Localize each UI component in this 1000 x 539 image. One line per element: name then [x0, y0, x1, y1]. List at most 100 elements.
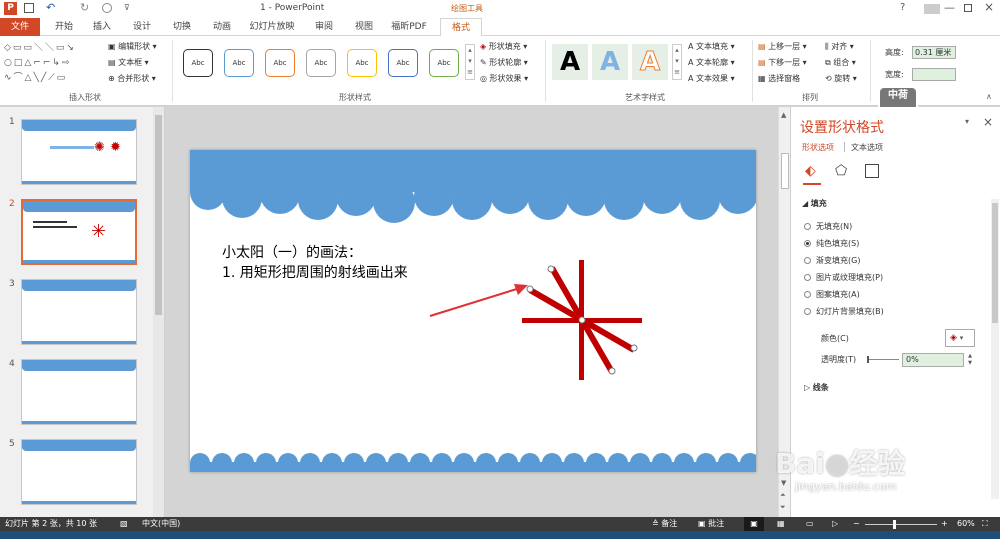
- normal-view-icon[interactable]: ▣: [744, 517, 764, 531]
- tab-text-options[interactable]: 文本选项: [851, 142, 883, 153]
- slide-text-line-1[interactable]: 小太阳（一）的画法：: [222, 242, 362, 262]
- transparency-input[interactable]: 0%: [902, 353, 964, 367]
- text-effects-button[interactable]: A 文本效果 ▾: [688, 72, 735, 86]
- slide-thumbnail-2[interactable]: ✳: [21, 199, 137, 265]
- merge-shapes-button[interactable]: ⊕ 合并形状 ▾: [108, 72, 156, 86]
- group-button[interactable]: ⧉ 组合 ▾: [825, 56, 856, 70]
- start-show-icon[interactable]: [102, 3, 112, 13]
- wordart-swatch-black[interactable]: A: [552, 44, 588, 80]
- background-fill-option[interactable]: 幻灯片背景填充(B): [804, 305, 884, 319]
- zoom-level[interactable]: 60%: [957, 517, 975, 531]
- thumbnails-scroll-thumb[interactable]: [155, 115, 162, 315]
- close-icon[interactable]: ×: [984, 0, 994, 14]
- slide-thumbnail-5[interactable]: [21, 439, 137, 505]
- slideshow-view-icon[interactable]: ▷: [832, 517, 838, 531]
- pane-options-icon[interactable]: ▾: [965, 117, 969, 126]
- spellcheck-icon[interactable]: ▧: [120, 517, 128, 531]
- effects-pentagon-icon[interactable]: ⬠: [835, 163, 847, 179]
- help-icon[interactable]: ?: [900, 2, 905, 13]
- fill-line-icon[interactable]: ⬖: [805, 163, 816, 179]
- radio-button[interactable]: [804, 274, 811, 281]
- fit-slide-icon[interactable]: ⛶: [982, 517, 988, 531]
- rotate-button[interactable]: ⟲ 旋转 ▾: [825, 72, 857, 86]
- tab-review[interactable]: 审阅: [306, 18, 342, 36]
- height-input[interactable]: 0.31 厘米: [912, 46, 956, 59]
- slide-thumbnail-1[interactable]: ✺ ✹: [21, 119, 137, 185]
- prev-slide-icon[interactable]: ⏶: [780, 491, 786, 500]
- tab-home[interactable]: 开始: [46, 18, 82, 36]
- radio-button[interactable]: [804, 223, 811, 230]
- text-outline-button[interactable]: A 文本轮廓 ▾: [688, 56, 735, 70]
- size-properties-icon[interactable]: [865, 164, 879, 178]
- pane-close-icon[interactable]: ×: [983, 115, 993, 129]
- next-slide-icon[interactable]: ⏷: [780, 503, 786, 512]
- style-swatch-4[interactable]: Abc: [306, 49, 336, 77]
- style-swatch-6[interactable]: Abc: [388, 49, 418, 77]
- tab-transitions[interactable]: 切换: [164, 18, 200, 36]
- minimize-icon[interactable]: —: [944, 1, 955, 14]
- tab-file[interactable]: 文件: [0, 18, 40, 36]
- style-swatch-1[interactable]: Abc: [183, 49, 213, 77]
- styles-more-button[interactable]: ▴ ▾ ≡: [465, 44, 475, 80]
- pane-scrollbar[interactable]: [991, 199, 999, 499]
- tab-design[interactable]: 设计: [124, 18, 160, 36]
- text-fill-button[interactable]: A 文本填充 ▾: [688, 40, 735, 54]
- shape-outline-button[interactable]: ✎ 形状轮廓 ▾: [480, 56, 528, 70]
- account-area[interactable]: [924, 4, 940, 14]
- textbox-button[interactable]: ▤ 文本框 ▾: [108, 56, 149, 70]
- customize-qat-icon[interactable]: ⊽: [124, 3, 130, 12]
- tab-shape-options[interactable]: 形状选项: [802, 142, 834, 153]
- language-indicator[interactable]: 中文(中国): [142, 517, 180, 531]
- radio-button[interactable]: [804, 308, 811, 315]
- scroll-up-icon[interactable]: ▲: [781, 111, 786, 119]
- shape-fill-button[interactable]: ◈ 形状填充 ▾: [480, 40, 527, 54]
- zoom-slider[interactable]: [865, 520, 937, 529]
- pane-scroll-thumb[interactable]: [992, 203, 998, 323]
- tab-format[interactable]: 格式: [440, 18, 482, 36]
- slide-thumbnail-3[interactable]: [21, 279, 137, 345]
- collapse-ribbon-icon[interactable]: ∧: [986, 92, 992, 101]
- radio-button[interactable]: [804, 257, 811, 264]
- tab-foxit-pdf[interactable]: 福昕PDF: [384, 18, 434, 36]
- slide[interactable]: 小太阳（一）的画法： 1. 用矩形把周围的射线画出来: [190, 150, 756, 472]
- slide-sorter-icon[interactable]: ▦: [777, 517, 785, 531]
- shapes-gallery[interactable]: ◇▭▭＼＼▭↘ ○□△⌐⌐↳⇨ ∿⌒△╲╱⟋▭: [4, 41, 102, 87]
- gradient-fill-option[interactable]: 渐变填充(G): [804, 254, 860, 268]
- tab-slideshow[interactable]: 幻灯片放映: [244, 18, 300, 36]
- align-button[interactable]: ⫼ 对齐 ▾: [825, 40, 854, 54]
- thumbnails-scrollbar[interactable]: [153, 107, 164, 517]
- wordart-swatch-orange[interactable]: A: [632, 44, 668, 80]
- solid-fill-option[interactable]: 纯色填充(S): [804, 237, 859, 251]
- picture-fill-option[interactable]: 图片或纹理填充(P): [804, 271, 883, 285]
- comments-button[interactable]: ▣ 批注: [698, 517, 724, 531]
- transparency-spinner[interactable]: ▲ ▼: [965, 353, 975, 367]
- style-swatch-2[interactable]: Abc: [224, 49, 254, 77]
- pattern-fill-option[interactable]: 图案填充(A): [804, 288, 860, 302]
- notes-button[interactable]: ≙ 备注: [652, 517, 677, 531]
- transparency-slider[interactable]: [867, 356, 899, 363]
- slide-text-line-2[interactable]: 1. 用矩形把周围的射线画出来: [222, 262, 408, 282]
- style-swatch-7[interactable]: Abc: [429, 49, 459, 77]
- zoom-in-icon[interactable]: +: [941, 517, 948, 531]
- radio-button[interactable]: [804, 291, 811, 298]
- style-swatch-5[interactable]: Abc: [347, 49, 377, 77]
- undo-icon[interactable]: ↶: [46, 1, 55, 14]
- color-picker-button[interactable]: ◈ ▾: [945, 329, 975, 347]
- wordart-more-button[interactable]: ▴ ▾ ≡: [672, 44, 682, 80]
- zoom-out-icon[interactable]: −: [853, 517, 860, 531]
- tab-animations[interactable]: 动画: [204, 18, 240, 36]
- tab-insert[interactable]: 插入: [84, 18, 120, 36]
- wordart-swatch-blue[interactable]: A: [592, 44, 628, 80]
- app-icon[interactable]: P: [4, 2, 17, 15]
- reading-view-icon[interactable]: ▭: [806, 517, 814, 531]
- selection-pane-button[interactable]: ▦ 选择窗格: [758, 72, 800, 86]
- fill-section-header[interactable]: ◢ 填充: [802, 198, 827, 209]
- save-icon[interactable]: [24, 3, 34, 13]
- no-fill-option[interactable]: 无填充(N): [804, 220, 852, 234]
- width-input[interactable]: [912, 68, 956, 81]
- canvas-scroll-thumb[interactable]: [781, 153, 789, 189]
- edit-shape-button[interactable]: ▣ 编辑形状 ▾: [108, 40, 157, 54]
- radio-button[interactable]: [804, 240, 811, 247]
- send-backward-button[interactable]: ▤ 下移一层 ▾: [758, 56, 807, 70]
- shape-effects-button[interactable]: ◎ 形状效果 ▾: [480, 72, 528, 86]
